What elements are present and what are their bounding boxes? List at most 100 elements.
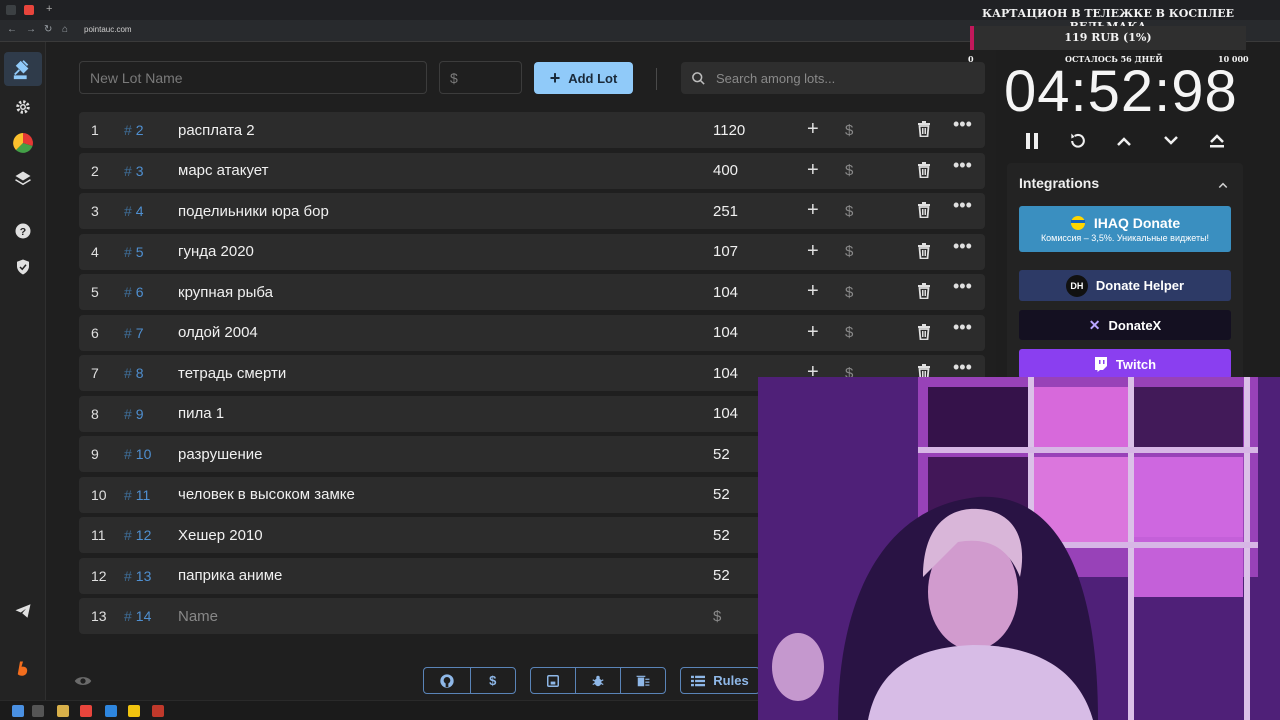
new-lot-name-input[interactable]: Name	[178, 608, 218, 625]
lot-amount[interactable]: 52	[713, 486, 730, 503]
lot-name[interactable]: Хешер 2010	[178, 527, 263, 544]
lot-row[interactable]: 4 #5 гунда 2020 107 + $ •••	[79, 233, 985, 270]
home-icon[interactable]: ⌂	[62, 24, 68, 35]
lot-row[interactable]: 1 #2 расплата 2 1120 + $ •••	[79, 112, 985, 148]
explorer-icon[interactable]	[57, 705, 69, 717]
lot-fast-id[interactable]: #13	[124, 568, 151, 584]
forward-icon[interactable]: →	[26, 24, 36, 35]
new-tab-icon[interactable]: +	[46, 3, 52, 15]
lot-name[interactable]: олдой 2004	[178, 324, 258, 341]
dollar-button[interactable]: $	[845, 243, 853, 260]
lot-search-input[interactable]: Search among lots...	[681, 62, 985, 94]
more-options-button[interactable]: •••	[953, 155, 972, 176]
lot-fast-id[interactable]: #4	[124, 203, 144, 219]
lot-fast-id[interactable]: #2	[124, 122, 144, 138]
more-options-button[interactable]: •••	[953, 276, 972, 297]
lot-name[interactable]: человек в высоком замке	[178, 486, 355, 503]
add-lot-button[interactable]: + Add Lot	[534, 62, 633, 94]
delete-lot-button[interactable]	[917, 283, 931, 303]
search-taskbar-icon[interactable]	[32, 705, 44, 717]
add-amount-button[interactable]: +	[807, 159, 819, 182]
lot-fast-id[interactable]: #6	[124, 284, 144, 300]
delete-lot-button[interactable]	[917, 121, 931, 141]
add-amount-button[interactable]: +	[807, 280, 819, 303]
lot-row[interactable]: 6 #7 олдой 2004 104 + $ •••	[79, 314, 985, 351]
add-time-button[interactable]	[1111, 128, 1137, 154]
add-amount-button[interactable]: +	[807, 199, 819, 222]
sidebar-item-history[interactable]	[4, 162, 42, 196]
more-options-button[interactable]: •••	[953, 317, 972, 338]
dollar-button[interactable]: $	[845, 324, 853, 341]
lot-name[interactable]: разрушение	[178, 446, 262, 463]
rules-button[interactable]: Rules	[681, 668, 759, 693]
twitch-button[interactable]: Twitch	[1019, 349, 1231, 379]
lot-fast-id[interactable]: #3	[124, 163, 144, 179]
delete-lot-button[interactable]	[917, 161, 931, 182]
lot-amount[interactable]: 104	[713, 284, 738, 301]
sidebar-item-security[interactable]	[4, 250, 42, 284]
dollar-button[interactable]: $	[845, 162, 853, 179]
lot-name[interactable]: паприка аниме	[178, 567, 282, 584]
more-options-button[interactable]: •••	[953, 357, 972, 378]
lot-name[interactable]: гунда 2020	[178, 243, 254, 260]
dollar-button[interactable]: $	[845, 284, 853, 301]
start-icon[interactable]	[12, 705, 24, 717]
bug-report-button[interactable]	[575, 668, 620, 693]
lot-amount[interactable]: 104	[713, 365, 738, 382]
sidebar-item-telegram[interactable]	[4, 594, 42, 628]
lot-amount[interactable]: 104	[713, 324, 738, 341]
github-button[interactable]	[424, 668, 470, 693]
new-lot-amount-input[interactable]: $	[439, 61, 522, 94]
lot-amount[interactable]: 400	[713, 162, 738, 179]
sidebar-item-boosty[interactable]	[4, 652, 42, 686]
sidebar-item-settings[interactable]	[4, 90, 42, 124]
new-lot-name-input[interactable]: New Lot Name	[79, 61, 427, 94]
dollar-button[interactable]: $	[845, 122, 853, 139]
lot-amount[interactable]: 52	[713, 527, 730, 544]
lot-row[interactable]: 2 #3 марс атакует 400 + $ •••	[79, 152, 985, 189]
edge-icon[interactable]	[105, 705, 117, 717]
app-icon[interactable]	[128, 705, 140, 717]
reload-icon[interactable]: ↻	[44, 24, 52, 35]
new-lot-amount-input[interactable]: $	[713, 608, 721, 625]
donate-helper-button[interactable]: DH Donate Helper	[1019, 270, 1231, 301]
lot-fast-id[interactable]: #5	[124, 244, 144, 260]
lot-name[interactable]: тетрадь смерти	[178, 365, 286, 382]
lot-amount[interactable]: 104	[713, 405, 738, 422]
add-amount-button[interactable]: +	[807, 240, 819, 263]
lot-fast-id[interactable]: #9	[124, 406, 144, 422]
reset-timer-button[interactable]	[1065, 128, 1091, 154]
pause-button[interactable]	[1019, 128, 1045, 154]
more-options-button[interactable]: •••	[953, 114, 972, 135]
lot-amount[interactable]: 251	[713, 203, 738, 220]
collapse-integrations-button[interactable]	[1218, 176, 1228, 194]
more-options-button[interactable]: •••	[953, 236, 972, 257]
lot-row[interactable]: 3 #4 поделиьники юра бор 251 + $ •••	[79, 193, 985, 229]
obs-icon[interactable]	[152, 705, 164, 717]
lot-name[interactable]: поделиьники юра бор	[178, 203, 329, 220]
dollar-button[interactable]: $	[845, 203, 853, 220]
lot-amount[interactable]: 52	[713, 446, 730, 463]
browser-tab-favicon[interactable]	[24, 5, 34, 15]
url-text[interactable]: pointauc.com	[84, 25, 132, 34]
subtract-time-button[interactable]	[1158, 128, 1184, 154]
save-button[interactable]	[531, 668, 575, 693]
sidebar-item-auction[interactable]	[4, 52, 42, 86]
tab-menu-icon[interactable]	[6, 5, 16, 15]
more-options-button[interactable]: •••	[953, 195, 972, 216]
add-amount-button[interactable]: +	[807, 118, 819, 141]
delete-lot-button[interactable]	[917, 242, 931, 263]
visibility-toggle[interactable]	[74, 674, 92, 693]
donatex-button[interactable]: ✕ DonateX	[1019, 310, 1231, 340]
lot-fast-id[interactable]: #11	[124, 487, 150, 503]
clear-all-button[interactable]	[620, 668, 665, 693]
ihaq-donate-button[interactable]: IHAQ Donate Комиссия – 3,5%. Уникальные …	[1019, 206, 1231, 252]
lot-fast-id[interactable]: #8	[124, 365, 144, 381]
back-icon[interactable]: ←	[7, 24, 17, 35]
lot-amount[interactable]: 52	[713, 567, 730, 584]
add-amount-button[interactable]: +	[807, 321, 819, 344]
lot-fast-id[interactable]: #7	[124, 325, 144, 341]
sidebar-item-help[interactable]: ?	[4, 214, 42, 248]
lot-fast-id[interactable]: #12	[124, 527, 151, 543]
lot-name[interactable]: пила 1	[178, 405, 224, 422]
